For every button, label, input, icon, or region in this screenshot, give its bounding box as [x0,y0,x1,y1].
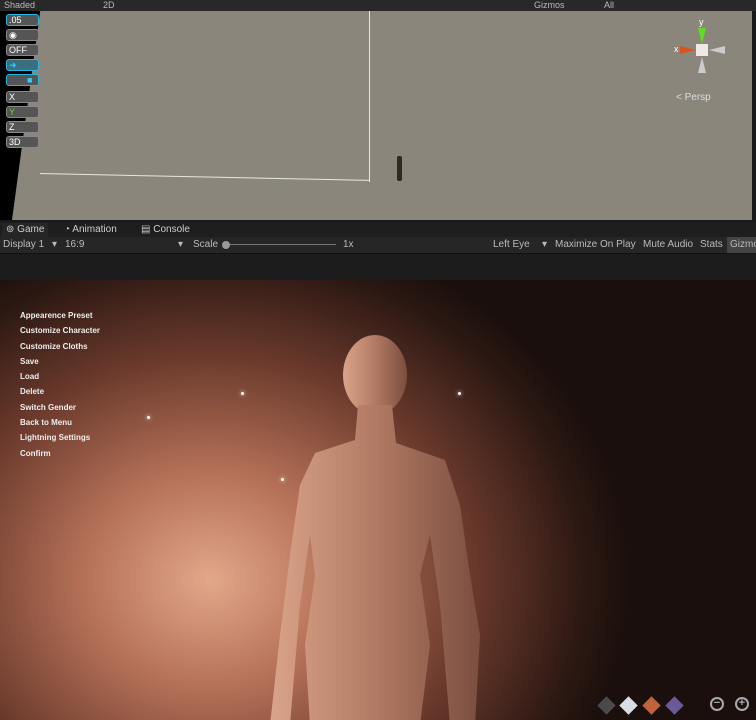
tab-animation[interactable]: ◔ Animation [60,223,121,237]
swatch-selected-check-icon[interactable] [642,696,661,715]
off-toggle[interactable]: OFF [6,44,39,56]
menu-customize-cloths[interactable]: Customize Cloths [20,342,100,357]
x-axis-tool[interactable]: X [6,91,39,103]
projection-label[interactable]: < Persp [676,92,711,103]
chevron-down-icon: ▾ [52,239,58,250]
character-preview [397,156,402,181]
menu-load[interactable]: Load [20,372,100,387]
grid-line [369,11,370,182]
menu-back-to-menu[interactable]: Back to Menu [20,418,100,433]
scale-value: 1x [343,239,354,250]
2d-toggle[interactable]: 2D [103,0,115,11]
y-axis-tool[interactable]: Y [6,106,39,118]
scene-view[interactable]: .05 ◉ OFF ➜ ■ X Y Z 3D y x < Persp [0,11,752,220]
tab-game[interactable]: ⊚ Game [2,223,49,237]
orientation-gizmo[interactable]: y x < Persp [672,17,732,103]
game-view[interactable]: Appearence Preset Customize Character Cu… [0,280,756,720]
tab-console[interactable]: ▤ Console [137,223,194,237]
move-tool[interactable]: ➜ [6,59,39,71]
light-particle [241,392,244,395]
tab-bar: ⊚ Game ◔ Animation ▤ Console [0,222,756,237]
visibility-tool[interactable]: ◉ [6,29,39,41]
display-dropdown[interactable]: Display 1 [3,237,44,253]
y-axis-cone-icon [698,28,706,44]
chevron-down-icon: ▾ [542,239,548,250]
z-axis-cone-icon [709,46,725,54]
menu-customize-character[interactable]: Customize Character [20,326,100,341]
console-icon: ▤ [141,224,151,235]
eye-dropdown[interactable]: Left Eye [493,237,530,253]
stats-toggle[interactable]: Stats [700,237,723,253]
grid-line [39,173,370,181]
scene-toolbar: Shaded 2D Gizmos All [0,0,756,11]
shading-dropdown[interactable]: Shaded [4,0,35,11]
x-axis-cone-icon [680,46,696,54]
aspect-dropdown[interactable]: 16:9 [65,237,84,253]
gizmos-dropdown[interactable]: Gizmos [534,0,565,11]
menu-confirm[interactable]: Confirm [20,449,100,464]
neg-y-cone-icon [698,57,706,73]
menu-save[interactable]: Save [20,357,100,372]
gizmos-toggle[interactable]: Gizmo [727,237,756,253]
zoom-out-icon[interactable]: − [710,697,724,711]
lock-icon: ■ [27,75,33,85]
chevron-down-icon: ▾ [178,239,184,250]
animation-icon: ◔ [64,224,71,235]
game-toolbar: Display 1 ▾ 16:9 ▾ Scale 1x Left Eye ▾ M… [0,237,756,253]
3d-tool[interactable]: 3D [6,136,39,148]
game-view-letterbox [0,253,756,280]
mute-audio-toggle[interactable]: Mute Audio [643,237,693,253]
character-menu: Appearence Preset Customize Character Cu… [20,311,100,464]
z-axis-tool[interactable]: Z [6,121,39,133]
gamepad-icon: ⊚ [6,224,15,235]
scale-label: Scale [193,239,219,250]
scene-search[interactable]: All [604,0,614,11]
x-label: x [674,44,679,54]
maximize-on-play-toggle[interactable]: Maximize On Play [555,237,636,253]
menu-appearence-preset[interactable]: Appearence Preset [20,311,100,326]
scale-slider-handle[interactable] [222,241,230,249]
arrow-icon: ➜ [9,60,17,70]
y-label: y [699,17,704,27]
menu-delete[interactable]: Delete [20,387,100,402]
menu-switch-gender[interactable]: Switch Gender [20,403,100,418]
zoom-in-icon[interactable]: + [735,697,749,711]
character-model [270,335,480,720]
swatch-dark[interactable] [597,696,616,715]
swatch-purple[interactable] [665,696,684,715]
eye-icon: ◉ [9,30,17,40]
lock-tool[interactable]: ■ [6,74,39,86]
scale-slider[interactable] [226,244,336,245]
menu-lightning-settings[interactable]: Lightning Settings [20,433,100,448]
light-particle [147,416,150,419]
snap-increment-tool[interactable]: .05 [6,14,39,26]
gizmo-cube [696,44,708,56]
swatch-light[interactable] [619,696,638,715]
